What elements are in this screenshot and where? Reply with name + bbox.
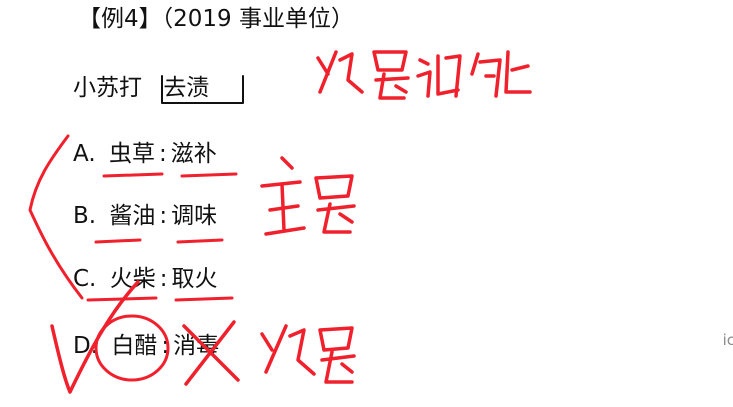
handwritten-note-primary xyxy=(260,156,356,236)
option-letter: A. xyxy=(73,141,96,167)
handwritten-note-secondary-function xyxy=(316,50,532,100)
option-letter: B. xyxy=(73,203,97,229)
option-c: C. 火柴: 取火 xyxy=(73,268,217,291)
option-d: D. 白醋: 消毒 xyxy=(73,335,219,358)
underline-b-right xyxy=(176,238,224,244)
option-letter: D. xyxy=(73,333,99,359)
edge-text: ic xyxy=(722,331,733,349)
option-right-term: 取火 xyxy=(171,266,218,292)
question-left: 小苏打 xyxy=(73,75,142,101)
example-heading: 【例4】（2019 事业单位） xyxy=(78,8,354,31)
question-line: 小苏打 去渍 xyxy=(73,77,209,100)
option-right-term: 滋补 xyxy=(170,141,217,167)
question-right: 去渍 xyxy=(163,75,210,101)
option-left-term: 虫草 xyxy=(108,141,155,167)
option-a: A. 虫草: 滋补 xyxy=(73,143,217,166)
underline-c-left xyxy=(86,296,158,302)
option-separator: : xyxy=(161,333,170,359)
option-separator: : xyxy=(159,203,168,229)
underline-a-left xyxy=(102,172,164,178)
handwritten-note-secondary xyxy=(260,324,356,384)
underline-c-right xyxy=(174,296,234,302)
underline-b-left xyxy=(94,238,142,244)
option-right-term: 调味 xyxy=(171,203,218,229)
underline-a-right xyxy=(180,172,238,178)
option-separator: : xyxy=(159,266,168,292)
option-right-term: 消毒 xyxy=(173,333,220,359)
example-source: （2019 事业单位） xyxy=(161,6,354,32)
option-left-term: 酱油 xyxy=(109,203,156,229)
option-left-term: 白醋 xyxy=(111,333,158,359)
example-tag: 【例4】 xyxy=(78,6,162,32)
option-b: B. 酱油: 调味 xyxy=(73,205,217,228)
option-separator: : xyxy=(158,141,167,167)
option-left-term: 火柴 xyxy=(109,266,156,292)
option-letter: C. xyxy=(73,266,97,292)
